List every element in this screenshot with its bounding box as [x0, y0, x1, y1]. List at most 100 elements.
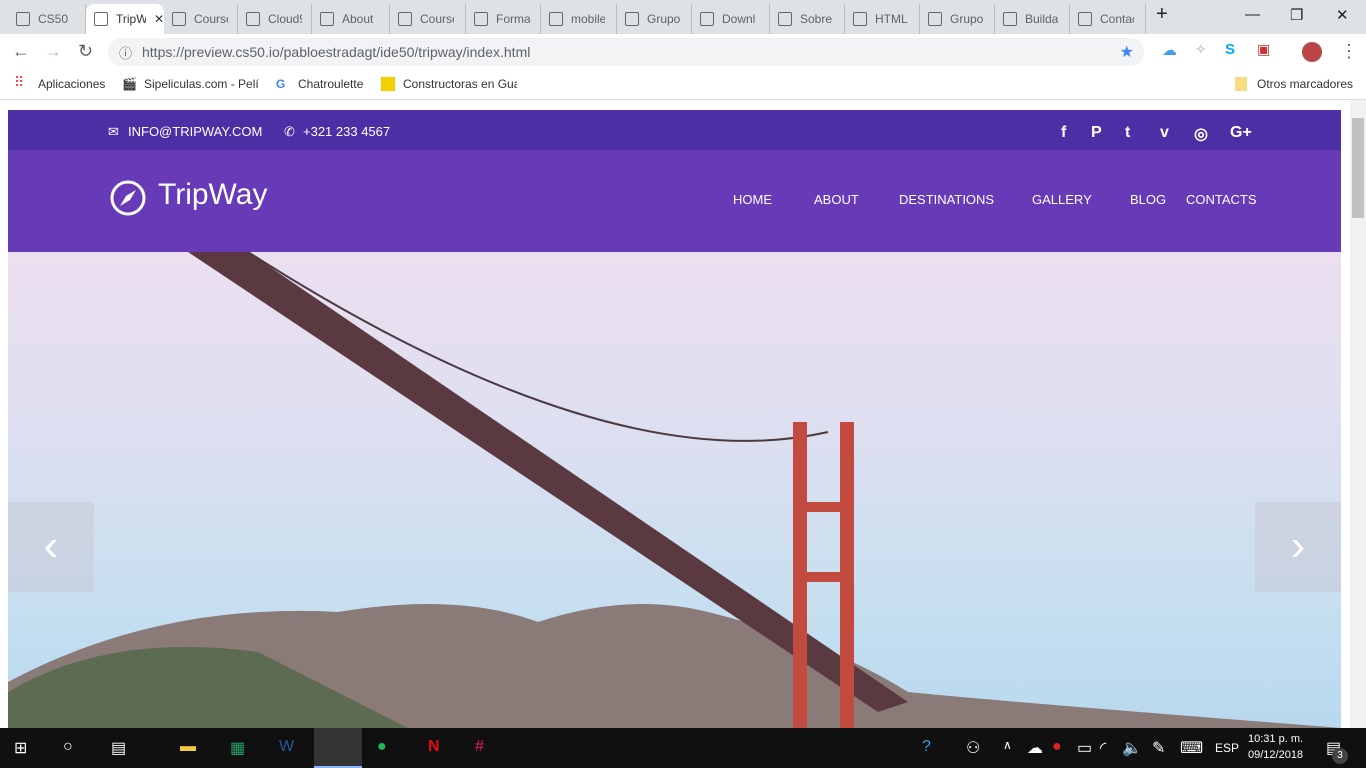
bookmark-item[interactable]: Chatroulette	[298, 77, 363, 91]
tab-title: Contac	[1100, 12, 1134, 26]
extension-icon[interactable]: ✧	[1195, 41, 1207, 58]
browser-tab[interactable]: Buildar	[995, 4, 1070, 34]
volume-icon[interactable]: 🔈	[1122, 738, 1142, 758]
carousel-prev-button[interactable]: ‹	[8, 502, 94, 592]
browser-tab[interactable]: Course	[390, 4, 466, 34]
language-indicator[interactable]: ESP	[1215, 741, 1239, 755]
instagram-icon[interactable]: ◎	[1194, 124, 1208, 144]
new-tab-button[interactable]: +	[1156, 3, 1168, 26]
menu-icon[interactable]: ⋮	[1340, 41, 1358, 62]
windows-start-icon[interactable]: ⊞	[14, 738, 27, 758]
back-icon[interactable]: ←	[12, 41, 30, 62]
browser-tab[interactable]: Downl	[692, 4, 770, 34]
google-icon: G	[276, 77, 286, 91]
show-hidden-icons[interactable]: ∧	[1003, 738, 1012, 752]
skype-extension-icon[interactable]: S	[1225, 41, 1235, 58]
browser-tab[interactable]: Cloud9	[238, 4, 312, 34]
forward-icon[interactable]: →	[44, 41, 62, 62]
close-tab-icon[interactable]: ✕	[154, 12, 164, 26]
browser-tab[interactable]: Course	[164, 4, 238, 34]
google-plus-icon[interactable]: G+	[1230, 124, 1252, 142]
browser-tab[interactable]: Contac	[1070, 4, 1146, 34]
tab-title: Formas	[496, 12, 530, 26]
pdf-extension-icon[interactable]: ▣	[1257, 41, 1270, 58]
tab-favicon-icon	[172, 12, 186, 26]
keyboard-icon[interactable]: ⌨	[1180, 738, 1203, 758]
nav-contacts[interactable]: CONTACTS	[1186, 192, 1257, 207]
tab-favicon-icon	[246, 12, 260, 26]
pen-icon[interactable]: ✎	[1152, 738, 1165, 758]
people-icon[interactable]: ⚇	[966, 738, 980, 758]
mega-icon[interactable]: ●	[1052, 738, 1062, 756]
other-bookmarks[interactable]: Otros marcadores	[1257, 77, 1353, 91]
minimize-button[interactable]: —	[1245, 6, 1260, 23]
email-link[interactable]: INFO@TRIPWAY.COM	[128, 124, 262, 139]
clapper-icon: 🎬	[122, 77, 137, 91]
phone-number: +321 233 4567	[303, 124, 391, 139]
nav-about[interactable]: ABOUT	[814, 192, 859, 207]
compass-icon	[110, 180, 146, 216]
help-icon[interactable]: ?	[922, 738, 931, 756]
apps-icon: ⠿	[14, 74, 25, 90]
bookmark-star-icon[interactable]: ★	[1120, 42, 1134, 62]
vimeo-icon[interactable]: v	[1160, 124, 1169, 142]
brand-logo[interactable]: TripWay	[158, 178, 267, 212]
url-path: /pabloestradagt/ide50/tripway/index.html	[279, 44, 531, 60]
tab-favicon-icon	[94, 12, 108, 26]
profile-avatar[interactable]	[1302, 42, 1322, 62]
nav-home[interactable]: HOME	[733, 192, 772, 207]
taskbar: ⊞ ○ ▤ ▬ ▦ W ● N # ? ⚇ ∧ ☁ ● ▭ ◜ 🔈 ✎ ⌨ ES…	[0, 728, 1366, 768]
clock[interactable]: 10:31 p. m. 09/12/2018	[1248, 731, 1303, 763]
task-view-icon[interactable]: ▤	[111, 738, 126, 758]
netflix-icon[interactable]: N	[428, 738, 440, 756]
bookmarks-bar: ⠿ Aplicaciones 🎬 Sipeliculas.com - Pelíc…	[0, 68, 1366, 100]
restore-button[interactable]: ❐	[1290, 6, 1303, 24]
reload-icon[interactable]: ↻	[78, 41, 93, 62]
search-icon[interactable]: ○	[63, 738, 73, 756]
facebook-icon[interactable]: f	[1061, 124, 1066, 142]
wifi-icon[interactable]: ◜	[1100, 738, 1106, 758]
tab-favicon-icon	[778, 12, 792, 26]
icloud-extension-icon[interactable]: ☁	[1162, 41, 1177, 59]
browser-tab[interactable]: TripWay ✕	[86, 4, 164, 34]
browser-tab[interactable]: HTML	[845, 4, 920, 34]
tab-favicon-icon	[1003, 12, 1017, 26]
close-window-button[interactable]: ✕	[1336, 6, 1349, 24]
browser-tab[interactable]: CS50 IDE	[8, 4, 86, 34]
carousel-next-button[interactable]: ›	[1255, 502, 1341, 592]
page-scrollbar[interactable]	[1350, 100, 1366, 728]
bookmark-item[interactable]: Sipeliculas.com - Pelíc	[144, 77, 259, 91]
browser-tab[interactable]: mobile	[541, 4, 617, 34]
tab-favicon-icon	[853, 12, 867, 26]
nav-gallery[interactable]: GALLERY	[1032, 192, 1092, 207]
tab-title: Course	[194, 12, 228, 26]
tab-title: Course	[420, 12, 454, 26]
file-explorer-icon[interactable]: ▬	[180, 738, 196, 756]
notification-count: 3	[1332, 748, 1348, 764]
bookmark-item[interactable]: Aplicaciones	[38, 77, 105, 91]
scrollbar-thumb[interactable]	[1352, 118, 1364, 218]
onedrive-icon[interactable]: ☁	[1027, 738, 1043, 758]
bookmark-item[interactable]: Constructoras en Gua	[403, 77, 517, 91]
battery-icon[interactable]: ▭	[1077, 738, 1092, 758]
word-icon[interactable]: W	[279, 738, 294, 756]
twitter-icon[interactable]: t	[1125, 124, 1130, 142]
slack-icon[interactable]: #	[475, 738, 484, 756]
envelope-icon: ✉	[108, 124, 119, 139]
info-icon[interactable]: ⓘ	[119, 43, 132, 62]
browser-tab[interactable]: Grupo	[617, 4, 692, 34]
tab-favicon-icon	[398, 12, 412, 26]
nav-destinations[interactable]: DESTINATIONS	[899, 192, 994, 207]
spotify-icon[interactable]: ●	[377, 738, 387, 756]
pinterest-icon[interactable]: P	[1091, 124, 1102, 142]
browser-tab[interactable]: Grupo	[920, 4, 995, 34]
browser-tab[interactable]: Formas	[466, 4, 541, 34]
browser-tab[interactable]: About	[312, 4, 390, 34]
nav-blog[interactable]: BLOG	[1130, 192, 1166, 207]
chrome-icon[interactable]	[314, 728, 362, 768]
tab-bar: CS50 IDE TripWay ✕ Course Cloud9 About Course F…	[0, 0, 1366, 34]
browser-tab[interactable]: Sobre	[770, 4, 845, 34]
address-bar[interactable]: ⓘ https://preview.cs50.io/pabloestradagt…	[108, 38, 1144, 66]
excel-icon[interactable]: ▦	[230, 738, 245, 758]
tab-title: CS50 IDE	[38, 12, 72, 26]
